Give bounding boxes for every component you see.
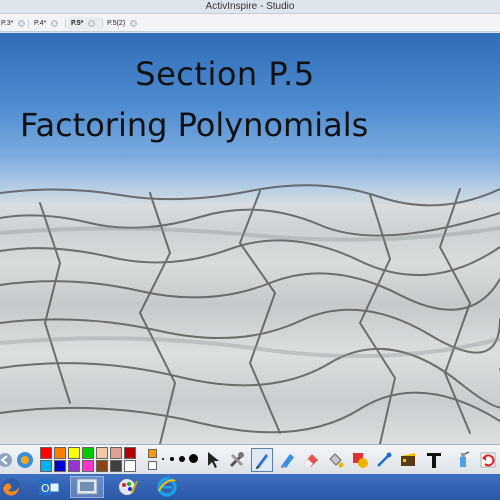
toolbox bbox=[0, 444, 500, 474]
title-bar: ActivInspire - Studio bbox=[0, 0, 500, 14]
page-title: Section P.5 bbox=[135, 55, 315, 93]
color-swatch-magenta[interactable] bbox=[82, 460, 94, 472]
window-title: ActivInspire - Studio bbox=[205, 1, 295, 12]
spray-icon[interactable] bbox=[452, 448, 474, 472]
eraser-icon[interactable] bbox=[300, 448, 322, 472]
width-dot-medium[interactable] bbox=[170, 457, 174, 461]
paint-icon[interactable] bbox=[111, 476, 145, 498]
color-swatch-cyan[interactable] bbox=[40, 460, 52, 472]
width-dot-large[interactable] bbox=[179, 456, 185, 462]
fill-icon[interactable] bbox=[324, 448, 346, 472]
secondary-color-swatch[interactable] bbox=[148, 461, 157, 470]
color-swatch-purple[interactable] bbox=[68, 460, 80, 472]
color-swatch-red[interactable] bbox=[40, 447, 52, 459]
highlighter-icon[interactable] bbox=[276, 448, 298, 472]
color-swatch-brown[interactable] bbox=[96, 460, 108, 472]
color-swatch-orange[interactable] bbox=[54, 447, 66, 459]
select-icon[interactable] bbox=[202, 448, 224, 472]
close-icon[interactable] bbox=[130, 20, 138, 27]
color-swatch-blue[interactable] bbox=[54, 460, 66, 472]
tab-label: P.5* bbox=[71, 20, 84, 27]
color-swatch-darkred[interactable] bbox=[124, 447, 136, 459]
tab-p3[interactable]: P.3* bbox=[0, 17, 26, 30]
shape-icon[interactable] bbox=[349, 448, 371, 472]
undo-icon[interactable] bbox=[477, 448, 499, 472]
tab-label: P.3* bbox=[1, 20, 14, 27]
svg-text:O: O bbox=[41, 482, 50, 495]
current-color-swatch[interactable] bbox=[148, 449, 157, 458]
tab-label: P.4* bbox=[34, 20, 47, 27]
close-icon[interactable] bbox=[88, 20, 96, 27]
page-subtitle: Factoring Polynomials bbox=[20, 106, 369, 144]
color-palette bbox=[40, 447, 146, 473]
tab-p5[interactable]: P.5* bbox=[68, 17, 102, 30]
firefox-icon[interactable] bbox=[0, 476, 28, 498]
close-icon[interactable] bbox=[51, 20, 59, 27]
pen-width-selector bbox=[160, 449, 198, 471]
pen-icon[interactable] bbox=[251, 448, 273, 472]
flipchart-page[interactable]: Section P.5 Factoring Polynomials bbox=[0, 33, 500, 444]
color-swatch-peach[interactable] bbox=[96, 447, 108, 459]
clip-icon[interactable] bbox=[397, 448, 419, 472]
taskbar: O bbox=[0, 474, 500, 500]
close-icon[interactable] bbox=[18, 20, 26, 27]
connector-icon[interactable] bbox=[373, 448, 395, 472]
width-dot-xlarge[interactable] bbox=[189, 454, 198, 463]
color-swatch-white[interactable] bbox=[124, 460, 136, 472]
activinspire-icon[interactable] bbox=[70, 476, 104, 498]
salt-flat-image bbox=[0, 184, 500, 444]
text-icon[interactable] bbox=[423, 448, 445, 472]
tab-strip: P.3* P.4* P.5* P.5(2) bbox=[0, 14, 500, 32]
color-swatch-pink[interactable] bbox=[110, 447, 122, 459]
tab-label: P.5(2) bbox=[107, 20, 126, 27]
outlook-icon[interactable]: O bbox=[32, 476, 66, 498]
internet-explorer-icon[interactable] bbox=[150, 476, 184, 498]
color-swatch-green[interactable] bbox=[82, 447, 94, 459]
tab-p4[interactable]: P.4* bbox=[31, 17, 63, 30]
tab-p5-2[interactable]: P.5(2) bbox=[104, 17, 142, 30]
browser-icon[interactable] bbox=[14, 448, 36, 472]
tools-icon[interactable] bbox=[226, 448, 248, 472]
color-swatch-gray[interactable] bbox=[110, 460, 122, 472]
width-dot-small[interactable] bbox=[162, 458, 164, 460]
color-swatch-yellow[interactable] bbox=[68, 447, 80, 459]
